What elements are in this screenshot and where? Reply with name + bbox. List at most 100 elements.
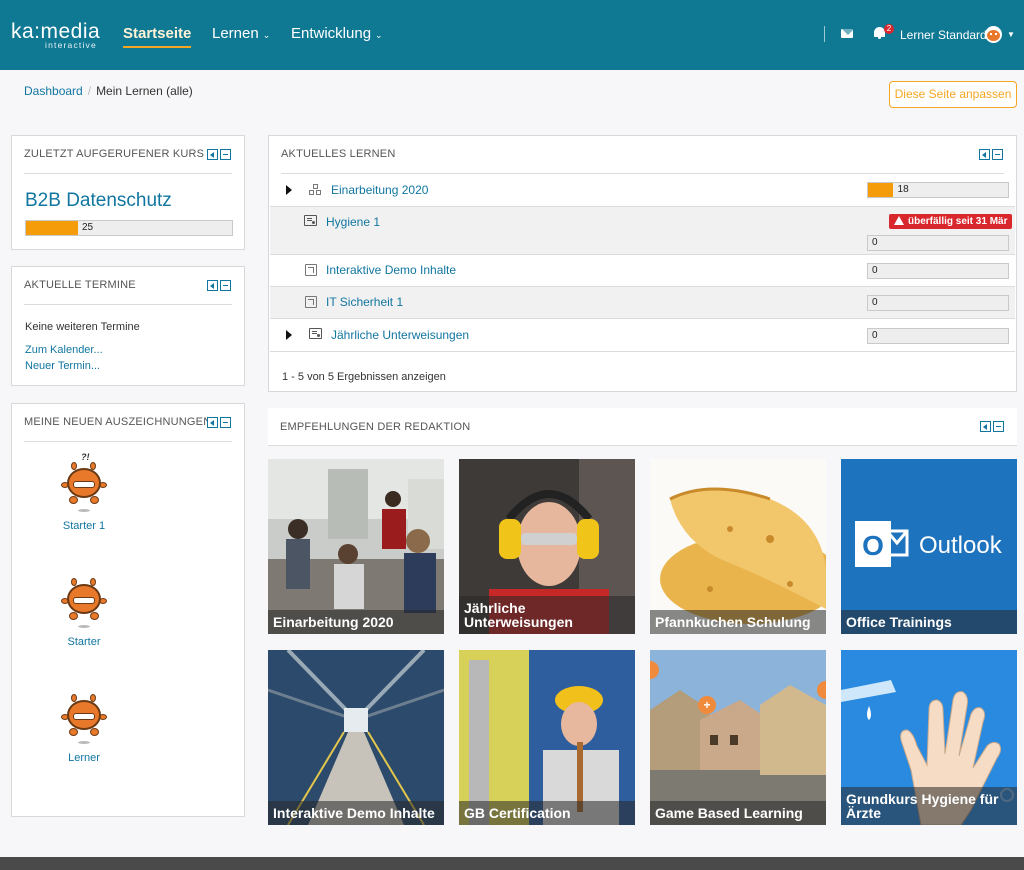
course-title[interactable]: IT Sicherheit 1 <box>326 295 403 309</box>
top-navbar: ka:media interactive Startseite Lernen ⌄ … <box>0 0 1024 70</box>
award-label: Starter <box>67 636 101 648</box>
customize-page-button[interactable]: Diese Seite anpassen <box>889 81 1017 108</box>
nav-entwicklung[interactable]: Entwicklung ⌄ <box>291 25 383 42</box>
monster-badge-icon: ?! <box>59 452 109 512</box>
results-footer: 1 - 5 von 5 Ergebnissen anzeigen <box>270 351 1015 392</box>
minimize-icon[interactable] <box>992 149 1003 160</box>
svg-text:+: + <box>703 698 710 712</box>
table-row[interactable]: Hygiene 1 überfällig seit 31 Mär 0 <box>270 206 1015 254</box>
avatar[interactable] <box>985 26 1002 43</box>
calendar-link[interactable]: Zum Kalender... <box>25 344 103 356</box>
tile-caption: Game Based Learning <box>650 801 826 825</box>
brand-logo[interactable]: ka:media interactive <box>11 21 100 50</box>
breadcrumb-current: Mein Lernen (alle) <box>96 84 193 98</box>
recommendation-tile[interactable]: Pfannkuchen Schulung <box>650 459 826 634</box>
nav-startseite[interactable]: Startseite <box>123 25 192 48</box>
table-row[interactable]: Jährliche Unterweisungen 0 <box>270 318 1015 351</box>
nav-divider <box>824 26 825 42</box>
tile-caption: Pfannkuchen Schulung <box>650 610 826 634</box>
award-label: Lerner <box>68 752 100 764</box>
new-appointment-link[interactable]: Neuer Termin... <box>25 360 100 372</box>
tile-caption: Grundkurs Hygiene für Ärzte <box>841 787 1017 825</box>
empty-appointments: Keine weiteren Termine <box>25 321 140 333</box>
cube-icon <box>305 264 317 276</box>
recommendation-tile[interactable]: Jährliche Unterweisungen <box>459 459 635 634</box>
table-row[interactable]: Einarbeitung 2020 18 <box>270 174 1015 206</box>
progress-bar: 0 <box>867 235 1009 251</box>
game-town-image: + <box>650 650 826 825</box>
awards-card: MEINE NEUEN AUSZEICHNUNGEN ?! Starter 1 … <box>11 403 245 817</box>
minimize-icon[interactable] <box>220 417 231 428</box>
construction-worker-image <box>459 650 635 825</box>
warning-icon <box>894 216 904 225</box>
results-count: 1 - 5 von 5 Ergebnissen anzeigen <box>282 371 446 383</box>
recommendations-header: EMPFEHLUNGEN DER REDAKTION <box>268 408 1017 446</box>
overdue-badge: überfällig seit 31 Mär <box>889 214 1013 229</box>
notification-badge: 2 <box>884 24 894 34</box>
svg-text:O: O <box>862 530 884 561</box>
minimize-icon[interactable] <box>993 421 1004 432</box>
card-title: EMPFEHLUNGEN DER REDAKTION <box>280 421 471 433</box>
card-title: MEINE NEUEN AUSZEICHNUNGEN <box>24 416 212 428</box>
mail-icon[interactable] <box>841 29 853 38</box>
recommendation-tile[interactable]: + Game Based Learning <box>650 650 826 825</box>
course-icon <box>309 328 322 339</box>
nav-lernen[interactable]: Lernen ⌄ <box>212 25 270 42</box>
progress-bar: 18 <box>867 182 1009 198</box>
tile-caption: Jährliche Unterweisungen <box>459 596 635 634</box>
expand-icon[interactable] <box>286 185 292 195</box>
chevron-down-icon: ⌄ <box>262 30 271 40</box>
collapse-left-icon[interactable] <box>979 149 990 160</box>
tile-caption: Interaktive Demo Inhalte <box>268 801 444 825</box>
recommendation-tile[interactable]: Einarbeitung 2020 <box>268 459 444 634</box>
tile-caption: Office Trainings <box>841 610 1017 634</box>
appointments-card: AKTUELLE TERMINE Keine weiteren Termine … <box>11 266 245 386</box>
collapse-left-icon[interactable] <box>207 417 218 428</box>
award-item[interactable]: Lerner <box>49 688 119 764</box>
breadcrumb-home[interactable]: Dashboard <box>24 84 83 98</box>
current-learning-card: AKTUELLES LERNEN Einarbeitung 2020 18 Hy… <box>268 135 1017 392</box>
minimize-icon[interactable] <box>220 149 231 160</box>
collapse-left-icon[interactable] <box>207 149 218 160</box>
outlook-logo-text: Outlook <box>919 532 1002 559</box>
progress-bar: 0 <box>867 295 1009 311</box>
caret-down-icon[interactable]: ▼ <box>1007 30 1015 39</box>
tunnel-image <box>268 650 444 825</box>
tile-caption: Einarbeitung 2020 <box>268 610 444 634</box>
progress-bar: 0 <box>867 263 1009 279</box>
course-title[interactable]: Interaktive Demo Inhalte <box>326 263 456 277</box>
chevron-down-icon: ⌄ <box>375 30 383 40</box>
recommendation-tile[interactable]: GB Certification <box>459 650 635 825</box>
monster-badge-icon <box>59 572 109 628</box>
minimize-icon[interactable] <box>220 280 231 291</box>
award-label: Starter 1 <box>62 520 106 532</box>
progress-fill <box>26 221 78 235</box>
progress-bar: 0 <box>867 328 1009 344</box>
office-meeting-image <box>268 459 444 634</box>
pancake-image <box>650 459 826 634</box>
recommendation-tile[interactable]: O Outlook Office Trainings <box>841 459 1017 634</box>
collapse-left-icon[interactable] <box>207 280 218 291</box>
course-title[interactable]: Jährliche Unterweisungen <box>331 328 469 342</box>
user-menu[interactable]: Lerner Standard <box>900 28 987 42</box>
course-title[interactable]: Hygiene 1 <box>326 215 380 229</box>
award-item[interactable]: Starter <box>49 572 119 648</box>
recommendation-tile[interactable]: Interaktive Demo Inhalte <box>268 650 444 825</box>
page-footer <box>0 857 1024 870</box>
card-title: ZULETZT AUFGERUFENER KURS <box>24 148 205 160</box>
breadcrumb: Dashboard / Mein Lernen (alle) <box>24 84 193 98</box>
monster-badge-icon <box>59 688 109 744</box>
card-title: AKTUELLES LERNEN <box>281 148 396 160</box>
recent-course-title[interactable]: B2B Datenschutz <box>25 190 172 212</box>
table-row[interactable]: Interaktive Demo Inhalte 0 <box>270 254 1015 286</box>
award-item[interactable]: ?! Starter 1 <box>49 452 119 532</box>
expand-icon[interactable] <box>286 330 292 340</box>
course-title[interactable]: Einarbeitung 2020 <box>331 183 428 197</box>
recommendation-tile[interactable]: Grundkurs Hygiene für Ärzte <box>841 650 1017 825</box>
table-row[interactable]: IT Sicherheit 1 0 <box>270 286 1015 318</box>
progress-bar: 25 <box>25 220 233 236</box>
collapse-left-icon[interactable] <box>980 421 991 432</box>
tile-caption: GB Certification <box>459 801 635 825</box>
course-icon <box>304 215 317 226</box>
cube-icon <box>305 296 317 308</box>
